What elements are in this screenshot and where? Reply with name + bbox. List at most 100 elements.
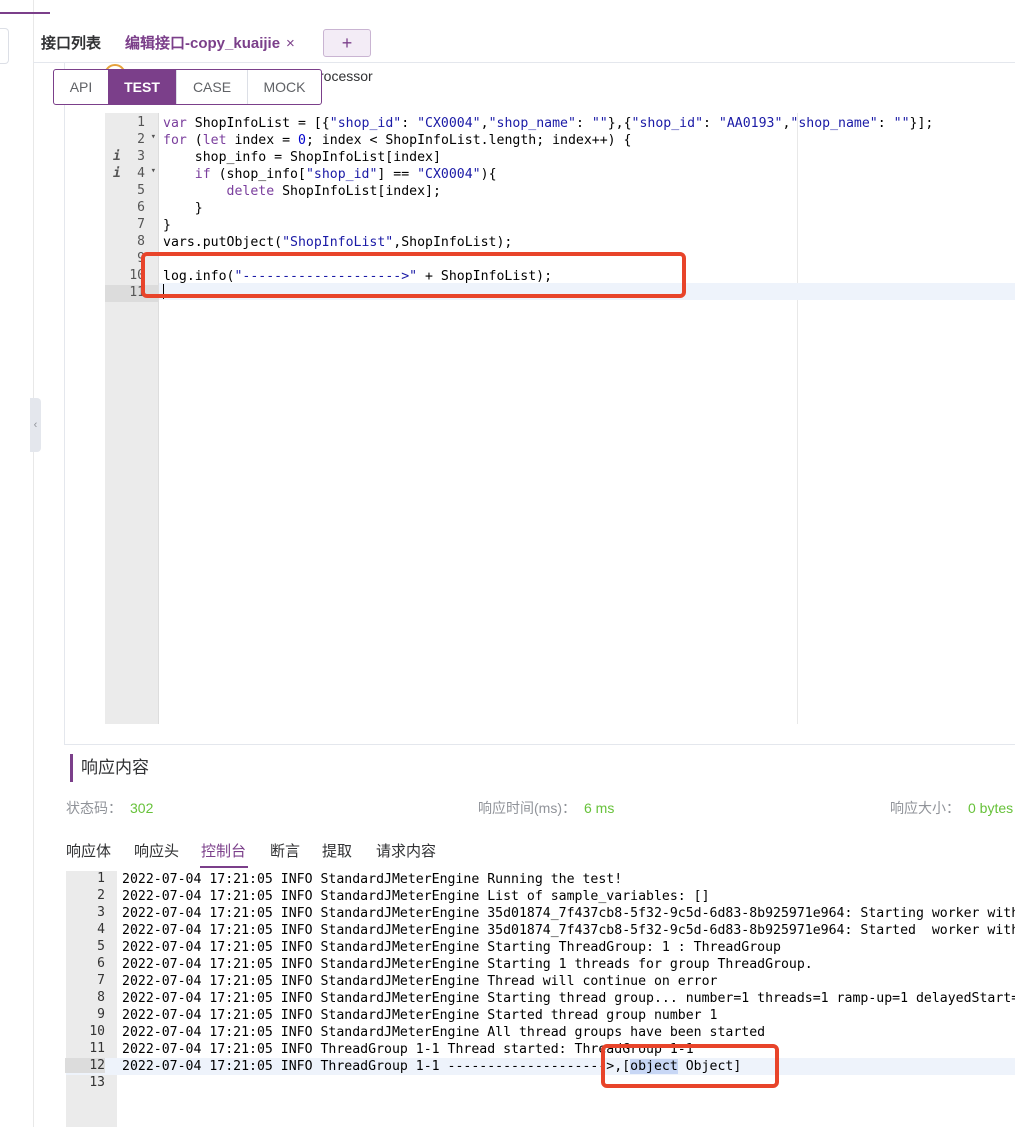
line-number: 8 xyxy=(137,234,145,249)
console-line-text: 2022-07-04 17:21:05 INFO StandardJMeterE… xyxy=(122,923,1015,938)
response-section-title: 响应内容 xyxy=(70,754,149,782)
add-tab-button[interactable]: + xyxy=(323,29,371,57)
console-line-text: 2022-07-04 17:21:05 INFO StandardJMeterE… xyxy=(122,872,623,887)
chevron-left-icon: ‹ xyxy=(33,419,38,431)
editor-line-number: 1 xyxy=(105,115,158,132)
collapse-handle[interactable]: ‹ xyxy=(30,398,41,452)
console-line-number: 2 xyxy=(97,888,105,903)
line-number: 1 xyxy=(137,115,145,130)
line-number: 3 xyxy=(137,149,145,164)
console-line-number: 6 xyxy=(97,956,105,971)
console-line: 5 2022-07-04 17:21:05 INFO StandardJMeter… xyxy=(66,939,1015,956)
response-time: 响应时间(ms)： 6 ms xyxy=(478,798,614,818)
tab-extract[interactable]: 提取 xyxy=(322,840,352,861)
response-size-value: 0 bytes xyxy=(968,800,1014,816)
editor-line-number: 6 xyxy=(105,200,158,217)
code-line: for (let index = 0; index < ShopInfoList… xyxy=(163,133,632,148)
console-line: 9 2022-07-04 17:21:05 INFO StandardJMeter… xyxy=(66,1007,1015,1024)
editor-line-number: 3i xyxy=(105,149,158,166)
mode-tab-group: API TEST CASE MOCK xyxy=(53,69,322,105)
console-line: 10 2022-07-04 17:21:05 INFO StandardJMete… xyxy=(66,1024,1015,1041)
code-line: delete ShopInfoList[index]; xyxy=(226,184,441,199)
console-line-number: 12 xyxy=(65,1058,105,1073)
editor-line-number: 8 xyxy=(105,234,158,251)
console-line-number: 3 xyxy=(97,905,105,920)
editor-line-number: 7 xyxy=(105,217,158,234)
console-line: 2 2022-07-04 17:21:05 INFO StandardJMeter… xyxy=(66,888,1015,905)
tab-request-content[interactable]: 请求内容 xyxy=(376,840,436,861)
console-line-number: 8 xyxy=(97,990,105,1005)
tab-console[interactable]: 控制台 xyxy=(201,840,246,861)
line-number: 6 xyxy=(137,200,145,215)
code-line: if (shop_info["shop_id"] == "CX0004"){ xyxy=(194,167,497,182)
editor-gutter: 1 2 ▾ 3 i 4 i ▾ 5 6 7 8 9 10 11 xyxy=(105,113,159,724)
line-number: 5 xyxy=(137,183,145,198)
tab-response-body[interactable]: 响应体 xyxy=(66,840,111,861)
active-tab-underline xyxy=(200,866,248,868)
response-size: 响应大小： 0 bytes xyxy=(890,798,1013,818)
status-code: 状态码： 302 xyxy=(66,798,153,818)
code-line: vars.putObject("ShopInfoList",ShopInfoLi… xyxy=(163,235,513,250)
code-line: } xyxy=(163,218,171,233)
console-line-number: 11 xyxy=(89,1041,105,1056)
console-line-number: 1 xyxy=(97,871,105,886)
tab-response-headers[interactable]: 响应头 xyxy=(134,840,179,861)
console-line-text: 2022-07-04 17:21:05 INFO StandardJMeterE… xyxy=(122,974,718,989)
processor-label: rocessor xyxy=(319,68,373,84)
mode-tab-mock[interactable]: MOCK xyxy=(247,70,321,104)
mode-tab-case[interactable]: CASE xyxy=(176,70,247,104)
highlight-box-log-line xyxy=(141,252,686,298)
console-line: 13 xyxy=(66,1075,1015,1092)
console-line-number: 10 xyxy=(89,1024,105,1039)
interface-tab-bar: 接口列表 编辑接口-copy_kuaijie × + xyxy=(33,0,1015,63)
editor-line-number: 2 ▾ xyxy=(105,132,158,149)
info-icon: i xyxy=(113,166,121,181)
editor-line-number: 4 i ▾ xyxy=(105,166,158,183)
tab-edit-interface[interactable]: 编辑接口-copy_kuaijie × xyxy=(125,32,295,53)
fold-arrow-icon[interactable]: ▾ xyxy=(151,132,156,142)
console-line: 12 2022-07-04 17:21:05 INFO ThreadGroup 1… xyxy=(65,1058,1015,1075)
console-line-number: 7 xyxy=(97,973,105,988)
console-line-text: 2022-07-04 17:21:05 INFO StandardJMeterE… xyxy=(122,1008,718,1023)
info-icon: i xyxy=(113,149,121,164)
status-code-value: 302 xyxy=(130,800,154,816)
line-number: 2 xyxy=(137,132,145,147)
status-code-label: 状态码： xyxy=(66,800,122,816)
console-line: 6 2022-07-04 17:21:05 INFO StandardJMeter… xyxy=(66,956,1015,973)
close-icon[interactable]: × xyxy=(286,35,295,52)
tab-edit-label: 编辑接口-copy_kuaijie xyxy=(125,35,281,52)
code-line: shop_info = ShopInfoList[index] xyxy=(163,150,441,165)
tab-interface-list[interactable]: 接口列表 xyxy=(41,32,101,53)
console-line: 8 2022-07-04 17:21:05 INFO StandardJMeter… xyxy=(66,990,1015,1007)
console-line-number: 9 xyxy=(97,1007,105,1022)
plus-icon: + xyxy=(341,32,353,53)
response-size-label: 响应大小： xyxy=(890,800,960,816)
line-number: 7 xyxy=(137,217,145,232)
response-time-value: 6 ms xyxy=(584,800,615,816)
script-editor[interactable]: 1 2 ▾ 3 i 4 i ▾ 5 6 7 8 9 10 11 var ShopInfoList = [{"… xyxy=(105,113,1015,724)
console-line-number: 4 xyxy=(97,922,105,937)
response-time-label: 响应时间(ms)： xyxy=(478,800,576,816)
line-number: 4 xyxy=(137,166,145,181)
console-line: 11 2022-07-04 17:21:05 INFO ThreadGroup 1… xyxy=(66,1041,1015,1058)
left-panel-stub xyxy=(0,28,9,64)
console-line: 3 2022-07-04 17:21:05 INFO StandardJMeter… xyxy=(66,905,1015,922)
code-line: } xyxy=(163,201,203,216)
print-margin xyxy=(797,113,798,724)
console-line: 4 2022-07-04 17:21:05 INFO StandardJMeter… xyxy=(66,922,1015,939)
mode-tab-api[interactable]: API xyxy=(54,70,108,104)
console-line-text: 2022-07-04 17:21:05 INFO StandardJMeterE… xyxy=(122,906,1015,921)
console-line-number: 5 xyxy=(97,939,105,954)
console-line-text: 2022-07-04 17:21:05 INFO StandardJMeterE… xyxy=(122,940,781,955)
console-line: 7 2022-07-04 17:21:05 INFO StandardJMeter… xyxy=(66,973,1015,990)
fold-arrow-icon[interactable]: ▾ xyxy=(151,166,156,176)
tab-assertions[interactable]: 断言 xyxy=(270,840,300,861)
console-line-number: 13 xyxy=(89,1075,105,1090)
highlight-box-object-output xyxy=(601,1044,779,1088)
console-line-text: 2022-07-04 17:21:05 INFO StandardJMeterE… xyxy=(122,1025,766,1040)
mode-tab-test[interactable]: TEST xyxy=(108,70,176,104)
console-output[interactable]: 1 2022-07-04 17:21:05 INFO StandardJMeter… xyxy=(65,871,1015,1127)
console-line: 1 2022-07-04 17:21:05 INFO StandardJMeter… xyxy=(66,871,1015,888)
console-line-text: 2022-07-04 17:21:05 INFO StandardJMeterE… xyxy=(122,991,1015,1006)
editor-line-number: 5 xyxy=(105,183,158,200)
